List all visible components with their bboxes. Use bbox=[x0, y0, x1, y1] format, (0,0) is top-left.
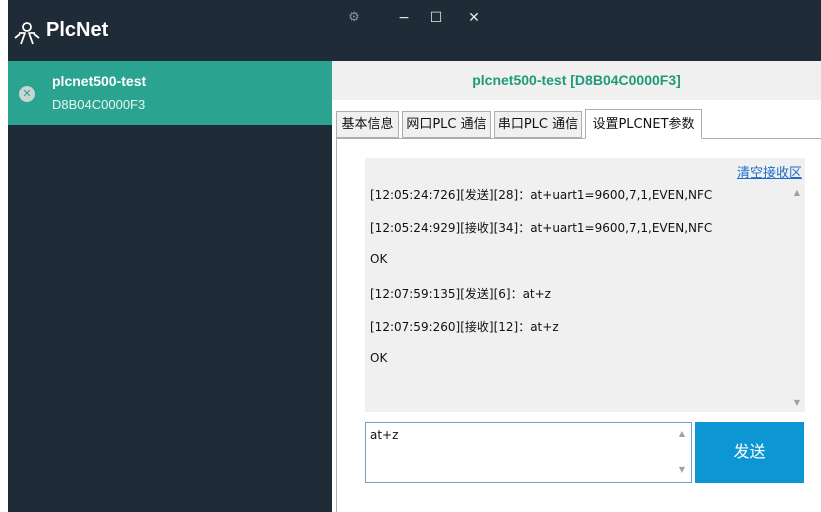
device-sidebar: PlcNet ✕ plcnet500-test D8B04C0000F3 bbox=[8, 0, 332, 512]
receive-log: [12:05:24:726][发送][28]：at+uart1=9600,7,1… bbox=[370, 186, 780, 384]
plcnet-logo-icon bbox=[14, 22, 40, 45]
app-title: PlcNet bbox=[46, 19, 109, 41]
settings-gear-icon[interactable]: ⚙ bbox=[344, 8, 364, 28]
close-button[interactable]: ✕ bbox=[464, 8, 484, 28]
input-scrollbar[interactable]: ▲ ▼ bbox=[674, 423, 691, 482]
scroll-up-icon[interactable]: ▲ bbox=[674, 427, 690, 441]
device-name: plcnet500-test bbox=[52, 73, 147, 89]
tab-ethernet-plc[interactable]: 网口PLC 通信 bbox=[402, 111, 491, 138]
log-line: [12:07:59:135][发送][6]：at+z bbox=[370, 287, 551, 301]
tab-serial-plc[interactable]: 串口PLC 通信 bbox=[494, 111, 582, 138]
device-header-title: plcnet500-test [D8B04C0000F3] bbox=[472, 72, 681, 88]
log-line: [12:07:59:260][接收][12]：at+z bbox=[370, 320, 559, 334]
receive-scrollbar[interactable]: ▲ ▼ bbox=[789, 182, 805, 412]
send-button[interactable]: 发送 bbox=[695, 422, 804, 483]
log-line: OK bbox=[370, 351, 388, 365]
log-line: OK bbox=[370, 252, 388, 266]
tab-plcnet-settings[interactable]: 设置PLCNET参数 bbox=[585, 109, 702, 139]
device-header: plcnet500-test [D8B04C0000F3] bbox=[332, 61, 821, 100]
scroll-up-icon[interactable]: ▲ bbox=[789, 186, 805, 200]
minimize-button[interactable]: − bbox=[394, 8, 414, 28]
scroll-down-icon[interactable]: ▼ bbox=[674, 463, 690, 477]
send-input[interactable]: at+z ▲ ▼ bbox=[365, 422, 692, 483]
send-input-text[interactable]: at+z bbox=[370, 428, 398, 442]
log-line: [12:05:24:726][发送][28]：at+uart1=9600,7,1… bbox=[370, 188, 713, 202]
app-titlebar: PlcNet bbox=[8, 0, 332, 61]
maximize-button[interactable]: ☐ bbox=[426, 8, 446, 28]
scroll-down-icon[interactable]: ▼ bbox=[789, 396, 805, 410]
log-line: [12:05:24:929][接收][34]：at+uart1=9600,7,1… bbox=[370, 221, 713, 235]
device-mac: D8B04C0000F3 bbox=[52, 97, 146, 112]
clear-receive-link[interactable]: 清空接收区 bbox=[737, 162, 802, 181]
receive-area[interactable]: 清空接收区 [12:05:24:726][发送][28]：at+uart1=96… bbox=[365, 158, 805, 412]
tab-basic-info[interactable]: 基本信息 bbox=[336, 111, 399, 138]
device-list-item[interactable]: ✕ plcnet500-test D8B04C0000F3 bbox=[8, 61, 332, 125]
remove-device-icon[interactable]: ✕ bbox=[19, 86, 35, 102]
